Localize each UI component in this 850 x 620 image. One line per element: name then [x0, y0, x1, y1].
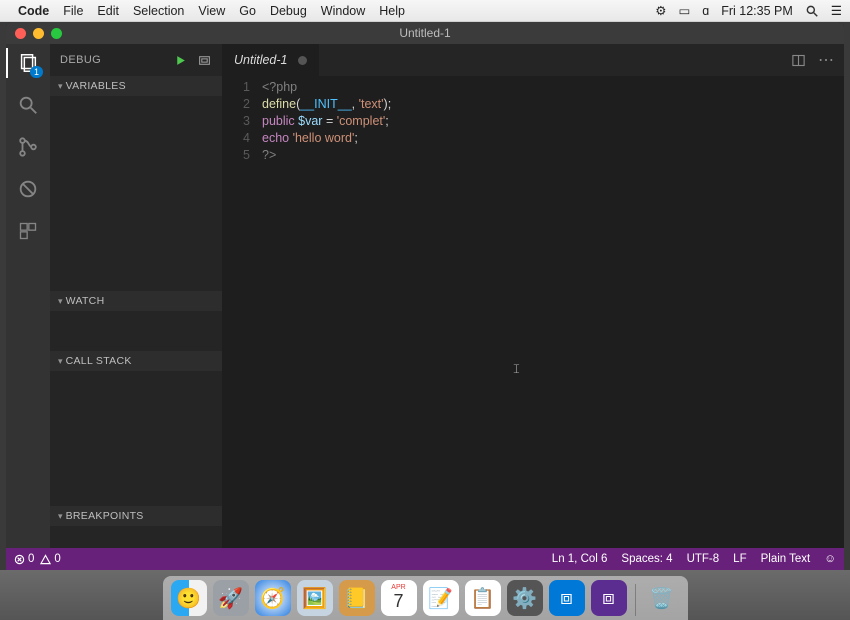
- status-language[interactable]: Plain Text: [761, 553, 811, 565]
- dock-calendar[interactable]: APR 7: [381, 580, 417, 616]
- sidebar-title: DEBUG: [60, 54, 101, 66]
- status-bar: 0 0 Ln 1, Col 6 Spaces: 4 UTF-8 LF Plain…: [6, 548, 844, 570]
- menubar-app[interactable]: Code: [18, 4, 49, 18]
- section-watch[interactable]: WATCH: [50, 291, 222, 311]
- status-feedback-icon[interactable]: ☺: [824, 553, 836, 565]
- section-breakpoints[interactable]: BREAKPOINTS: [50, 506, 222, 526]
- tab-bar: Untitled-1 ⋯: [222, 44, 844, 76]
- activity-search[interactable]: [15, 92, 41, 118]
- status-spaces[interactable]: Spaces: 4: [621, 553, 672, 565]
- zoom-window-button[interactable]: [51, 28, 62, 39]
- dock-contacts[interactable]: 📒: [339, 580, 375, 616]
- dock-settings[interactable]: ⚙️: [507, 580, 543, 616]
- vscode-window: Untitled-1 1 DEBUG: [6, 22, 844, 570]
- menu-icon[interactable]: ☰: [831, 3, 842, 18]
- section-callstack[interactable]: CALL STACK: [50, 351, 222, 371]
- gear-icon[interactable]: ⚙: [655, 3, 666, 18]
- activity-explorer[interactable]: 1: [15, 50, 41, 76]
- tab-untitled[interactable]: Untitled-1: [222, 44, 320, 76]
- dock: 🙂 🚀 🧭 🖼️ 📒 APR 7 📝 📋 ⚙️ ⧈ ⧈ 🗑️: [163, 576, 688, 620]
- status-encoding[interactable]: UTF-8: [687, 553, 720, 565]
- dock-launchpad[interactable]: 🚀: [213, 580, 249, 616]
- dock-reminders[interactable]: 📋: [465, 580, 501, 616]
- clock[interactable]: Fri 12:35 PM: [721, 4, 793, 18]
- titlebar: Untitled-1: [6, 22, 844, 44]
- dock-safari[interactable]: 🧭: [255, 580, 291, 616]
- dock-visualstudio[interactable]: ⧈: [591, 580, 627, 616]
- calendar-day-label: 7: [393, 591, 403, 612]
- menubar-go[interactable]: Go: [239, 4, 256, 18]
- split-editor-button[interactable]: [791, 53, 806, 68]
- dock-finder[interactable]: 🙂: [171, 580, 207, 616]
- explorer-badge: 1: [30, 66, 43, 78]
- status-errors[interactable]: 0: [14, 553, 34, 565]
- window-title: Untitled-1: [399, 26, 450, 40]
- menubar-window[interactable]: Window: [321, 4, 365, 18]
- dock-trash[interactable]: 🗑️: [644, 580, 680, 616]
- menubar-edit[interactable]: Edit: [97, 4, 119, 18]
- menubar-help[interactable]: Help: [379, 4, 405, 18]
- spotlight-icon[interactable]: [805, 4, 819, 18]
- dock-vscode[interactable]: ⧈: [549, 580, 585, 616]
- status-position[interactable]: Ln 1, Col 6: [552, 553, 608, 565]
- status-warnings[interactable]: 0: [40, 553, 60, 565]
- mac-menubar: Code File Edit Selection View Go Debug W…: [0, 0, 850, 22]
- activity-bar: 1: [6, 44, 50, 548]
- debug-config-button[interactable]: [197, 54, 212, 67]
- tab-dirty-indicator[interactable]: [298, 56, 307, 65]
- debug-start-button[interactable]: [174, 54, 187, 67]
- menubar-view[interactable]: View: [198, 4, 225, 18]
- dock-preview[interactable]: 🖼️: [297, 580, 333, 616]
- activity-extensions[interactable]: [15, 218, 41, 244]
- menubar-debug[interactable]: Debug: [270, 4, 307, 18]
- editor-area: Untitled-1 ⋯ 12345 <?phpdefine(__INIT__,…: [222, 44, 844, 548]
- code-editor[interactable]: 12345 <?phpdefine(__INIT__, 'text');publ…: [222, 76, 844, 548]
- tab-label: Untitled-1: [234, 53, 288, 67]
- debug-sidebar: DEBUG VARIABLES WATCH CALL STACK BREAKPO…: [50, 44, 222, 548]
- minimize-window-button[interactable]: [33, 28, 44, 39]
- dock-notes[interactable]: 📝: [423, 580, 459, 616]
- script-icon[interactable]: ɑ: [702, 4, 709, 18]
- activity-debug[interactable]: [15, 176, 41, 202]
- text-cursor: 𝙸: [512, 361, 513, 376]
- desktop: 🙂 🚀 🧭 🖼️ 📒 APR 7 📝 📋 ⚙️ ⧈ ⧈ 🗑️: [0, 570, 850, 620]
- menubar-selection[interactable]: Selection: [133, 4, 184, 18]
- calendar-month-label: APR: [391, 584, 405, 591]
- status-eol[interactable]: LF: [733, 553, 746, 565]
- menubar-file[interactable]: File: [63, 4, 83, 18]
- activity-scm[interactable]: [15, 134, 41, 160]
- close-window-button[interactable]: [15, 28, 26, 39]
- airplay-icon[interactable]: ▭: [678, 3, 690, 18]
- editor-more-button[interactable]: ⋯: [818, 50, 834, 70]
- section-variables[interactable]: VARIABLES: [50, 76, 222, 96]
